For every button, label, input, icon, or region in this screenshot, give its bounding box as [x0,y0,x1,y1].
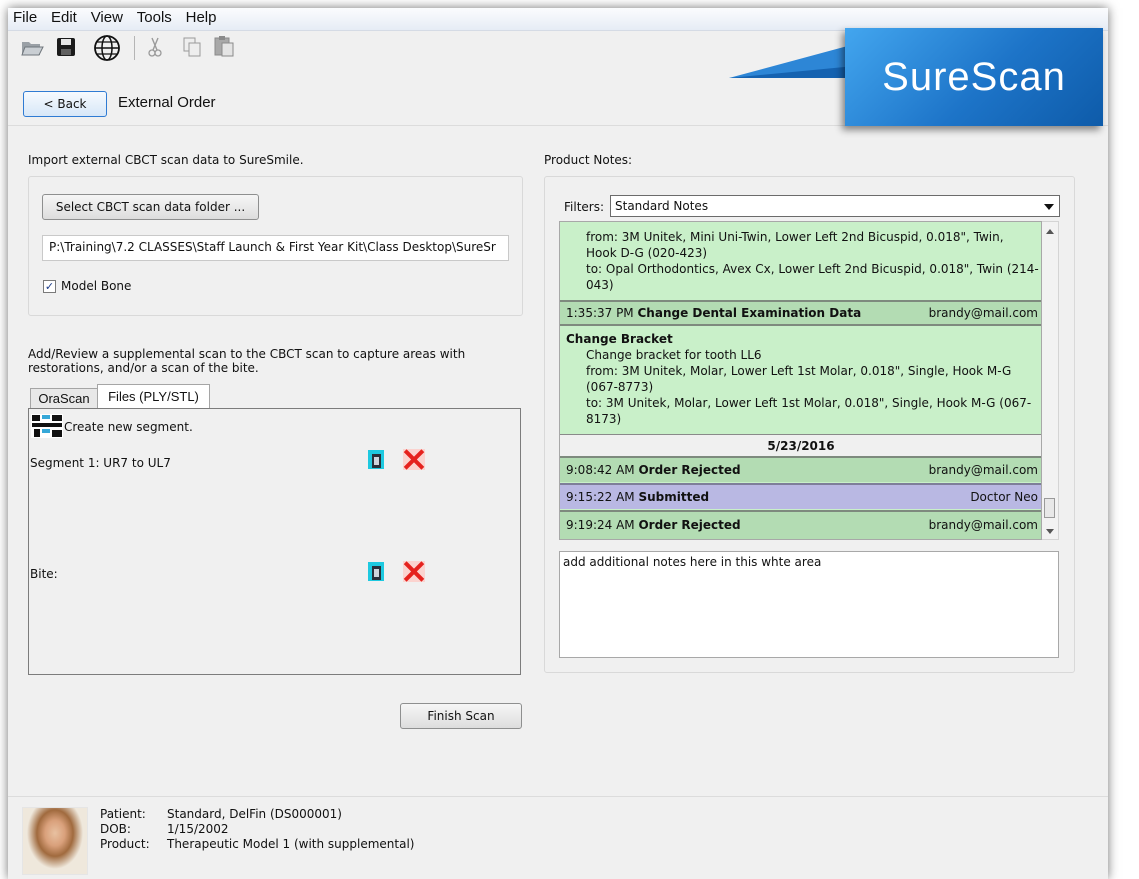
page-title: External Order [118,94,216,111]
note-row-submitted-user: Doctor Neo [970,490,1038,504]
segment-1-scan-icon[interactable] [368,450,384,469]
note-bracket-line2: from: 3M Unitek, Molar, Lower Left 1st M… [586,364,1012,378]
dob-label: DOB: [100,822,131,836]
product-label: Product: [100,837,150,851]
menu-file[interactable]: File [8,8,42,26]
date-header: 5/23/2016 [560,434,1041,456]
tab-orascan[interactable]: OraScan [30,388,98,409]
toolbar-divider [134,36,135,60]
globe-icon[interactable] [92,33,122,63]
note-bracket-line1: Change bracket for tooth LL6 [586,348,762,362]
segment-1-delete-icon[interactable] [403,449,425,470]
patient-name: Standard, DelFin (DS000001) [167,807,342,821]
model-bone-checkbox[interactable]: ✓ [43,280,56,293]
dob-value: 1/15/2002 [167,822,229,836]
note-bracket-line3: (067-8773) [586,380,654,394]
open-folder-icon[interactable] [20,36,44,58]
scroll-down-icon[interactable] [1046,529,1054,535]
note-row-rejected-1-time: 9:08:42 AM [566,463,635,477]
surescan-badge-text: SureScan [882,55,1066,99]
note-top: from: 3M Unitek, Mini Uni-Twin, Lower Le… [560,229,1041,293]
notes-list: from: 3M Unitek, Mini Uni-Twin, Lower Le… [559,221,1042,540]
supplemental-text-2: restorations, and/or a scan of the bite. [28,361,259,375]
note-row-submitted-time: 9:15:22 AM [566,490,635,504]
import-label: Import external CBCT scan data to SureSm… [28,153,304,167]
note-top-from-2: Hook D-G (020-423) [586,246,708,260]
filters-label: Filters: [564,200,605,214]
note-row-rejected-2-time: 9:19:24 AM [566,518,635,532]
notes-scrollbar[interactable] [1042,221,1059,540]
product-value: Therapeutic Model 1 (with supplemental) [167,837,415,851]
supplemental-text-1: Add/Review a supplemental scan to the CB… [28,347,466,361]
bite-delete-icon[interactable] [403,561,425,582]
note-top-to: to: Opal Orthodontics, Avex Cx, Lower Le… [586,262,1039,276]
note-row-submitted-title: Submitted [638,490,710,504]
note-row-rejected-1-title: Order Rejected [638,463,741,477]
paste-icon[interactable] [213,35,235,57]
finish-scan-button[interactable]: Finish Scan [400,703,522,729]
note-bracket-title: Change Bracket [566,332,673,346]
scroll-thumb[interactable] [1044,498,1055,518]
filters-dropdown[interactable]: Standard Notes [610,195,1060,217]
note-row-rejected-2-title: Order Rejected [638,518,741,532]
note-row-rejected-2-user: brandy@mail.com [928,518,1038,532]
cut-icon[interactable] [148,36,162,58]
save-icon[interactable] [55,36,77,58]
patient-photo [22,807,88,875]
files-tab-panel [28,408,521,675]
note-top-from: from: 3M Unitek, Mini Uni-Twin, Lower Le… [586,230,1004,244]
footer-divider [8,796,1108,797]
note-row-rejected-1[interactable]: 9:08:42 AM Order Rejected brandy@mail.co… [560,456,1041,482]
menu-tools[interactable]: Tools [132,8,177,26]
model-bone-label: Model Bone [61,279,132,293]
note-bracket-line5: 8173) [586,412,622,426]
scroll-up-icon[interactable] [1046,228,1054,234]
additional-notes-textarea[interactable]: add additional notes here in this whte a… [559,551,1059,658]
note-bracket: Change Bracket Change bracket for tooth … [560,331,1041,427]
back-button[interactable]: < Back [23,91,107,117]
menu-help[interactable]: Help [181,8,222,26]
create-segment-icon[interactable] [31,414,63,438]
filters-value: Standard Notes [615,199,709,213]
create-segment-label[interactable]: Create new segment. [64,420,193,434]
folder-path-field[interactable]: P:\Training\7.2 CLASSES\Staff Launch & F… [42,235,509,261]
callout-pointer [729,44,855,78]
product-notes-label: Product Notes: [544,153,633,167]
note-row-rejected-1-user: brandy@mail.com [928,463,1038,477]
chevron-down-icon [1044,204,1054,210]
menu-view[interactable]: View [86,8,128,26]
note-bracket-line4: to: 3M Unitek, Molar, Lower Left 1st Mol… [586,396,1032,410]
note-row-exam-time: 1:35:37 PM [566,306,634,320]
note-row-submitted[interactable]: 9:15:22 AM Submitted Doctor Neo [560,483,1041,509]
menu-edit[interactable]: Edit [46,8,82,26]
tab-files[interactable]: Files (PLY/STL) [97,384,210,409]
note-row-rejected-2[interactable]: 9:19:24 AM Order Rejected brandy@mail.co… [560,510,1041,539]
segment-1-label: Segment 1: UR7 to UL7 [30,456,171,470]
surescan-badge: SureScan [845,28,1103,126]
select-folder-button[interactable]: Select CBCT scan data folder ... [42,194,259,220]
note-row-exam[interactable]: 1:35:37 PM Change Dental Examination Dat… [560,300,1041,326]
note-row-exam-title: Change Dental Examination Data [637,306,862,320]
bite-label: Bite: [30,567,58,581]
patient-label: Patient: [100,807,146,821]
copy-icon[interactable] [182,36,202,58]
note-row-exam-user: brandy@mail.com [928,306,1038,320]
main-window: File Edit View Tools Help < Back Externa… [8,8,1108,879]
patient-info: Patient: Standard, DelFin (DS000001) DOB:… [100,807,414,852]
note-top-to-2: 043) [586,278,614,292]
bite-scan-icon[interactable] [368,562,384,581]
